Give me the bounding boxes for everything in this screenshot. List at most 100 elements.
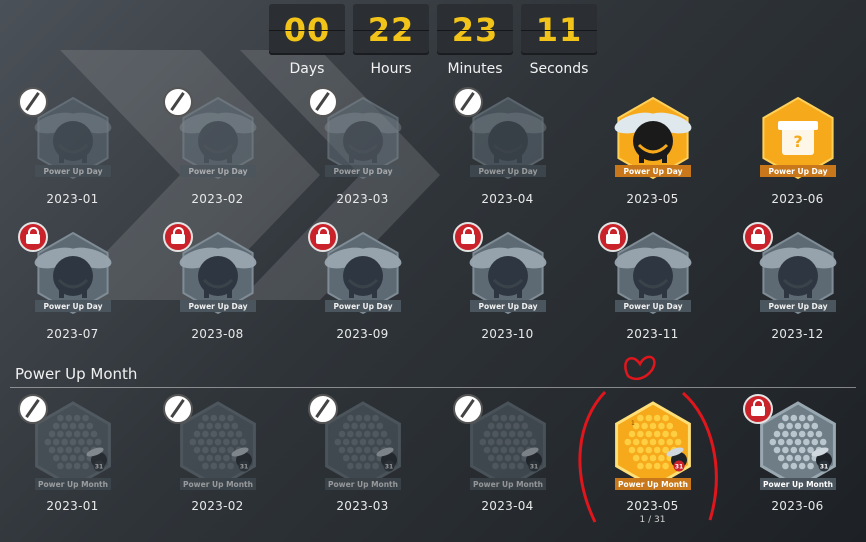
month-badge-2023-03[interactable]: 31 Power Up Month 2023-03 xyxy=(290,394,435,525)
svg-text:Power Up Month: Power Up Month xyxy=(618,480,688,489)
month-badge-2023-01[interactable]: 31 Power Up Month 2023-01 xyxy=(0,394,145,525)
countdown-days-label: Days xyxy=(289,61,325,77)
badge-date-label: 2023-04 xyxy=(481,499,534,513)
svg-text:Power Up Day: Power Up Day xyxy=(43,302,102,311)
countdown-hours-value: 22 xyxy=(367,10,415,49)
badge-date-label: 2023-05 xyxy=(626,192,679,206)
countdown-seconds-label: Seconds xyxy=(529,61,589,77)
not-earned-icon xyxy=(18,394,48,424)
badge-date-label: 2023-03 xyxy=(336,192,389,206)
countdown-timer: 00 Days 22 Hours 23 Minutes 11 Seconds xyxy=(268,4,598,77)
heart-doodle-icon xyxy=(624,355,656,381)
month-badge-2023-02[interactable]: 31 Power Up Month 2023-02 xyxy=(145,394,290,525)
svg-text:Power Up Day: Power Up Day xyxy=(768,302,827,311)
not-earned-icon xyxy=(308,394,338,424)
badge-date-label: 2023-12 xyxy=(771,327,824,341)
day-badge-2023-08[interactable]: Power Up Day 2023-08 xyxy=(145,222,290,353)
svg-text:31: 31 xyxy=(94,464,102,471)
day-badge-2023-03[interactable]: Power Up Day 2023-03 xyxy=(290,87,435,218)
countdown-seconds-value: 11 xyxy=(535,10,583,49)
day-badge-2023-11[interactable]: Power Up Day 2023-11 xyxy=(580,222,725,353)
svg-text:Power Up Day: Power Up Day xyxy=(333,167,392,176)
badge-hexagon-art: Power Up Day xyxy=(614,96,691,180)
section-title-power-up-month: Power Up Month xyxy=(15,365,138,383)
badge-date-label: 2023-06 xyxy=(771,499,824,513)
month-badge-2023-05[interactable]: 1 31 Power Up Month 2023-05 1 / 31 xyxy=(580,400,725,525)
lock-icon xyxy=(163,222,193,252)
day-badge-2023-06[interactable]: ? Power Up Day 2023-06 xyxy=(725,93,866,218)
svg-text:Power Up Month: Power Up Month xyxy=(328,480,398,489)
day-badge-2023-12[interactable]: Power Up Day 2023-12 xyxy=(725,222,866,353)
countdown-days: 00 Days xyxy=(268,4,346,77)
badge-honeycomb-art: 1 31 Power Up Month xyxy=(614,401,691,490)
badge-date-label: 2023-01 xyxy=(46,192,99,206)
not-earned-icon xyxy=(308,87,338,117)
svg-text:31: 31 xyxy=(384,464,392,471)
lock-icon xyxy=(308,222,338,252)
badge-date-label: 2023-02 xyxy=(191,192,244,206)
lock-icon xyxy=(453,222,483,252)
day-badge-2023-04[interactable]: Power Up Day 2023-04 xyxy=(435,87,580,218)
svg-text:1: 1 xyxy=(631,420,635,427)
badge-date-label: 2023-10 xyxy=(481,327,534,341)
month-badge-2023-06[interactable]: 31 Power Up Month 2023-06 xyxy=(725,394,866,525)
svg-text:Power Up Day: Power Up Day xyxy=(188,302,247,311)
not-earned-icon xyxy=(453,87,483,117)
day-badge-2023-05[interactable]: Power Up Day 2023-05 xyxy=(580,93,725,218)
svg-text:Power Up Day: Power Up Day xyxy=(623,167,682,176)
badge-date-label: 2023-02 xyxy=(191,499,244,513)
svg-text:31: 31 xyxy=(674,464,682,471)
not-earned-icon xyxy=(163,394,193,424)
badge-date-label: 2023-09 xyxy=(336,327,389,341)
badge-date-label: 2023-06 xyxy=(771,192,824,206)
day-badge-2023-07[interactable]: Power Up Day 2023-07 xyxy=(0,222,145,353)
lock-icon xyxy=(743,394,773,424)
badge-date-label: 2023-07 xyxy=(46,327,99,341)
countdown-seconds: 11 Seconds xyxy=(520,4,598,77)
svg-text:Power Up Day: Power Up Day xyxy=(768,167,827,176)
badge-date-label: 2023-11 xyxy=(626,327,679,341)
badge-date-label: 2023-01 xyxy=(46,499,99,513)
month-progress-text: 1 / 31 xyxy=(639,515,666,525)
lock-icon xyxy=(743,222,773,252)
svg-text:Power Up Day: Power Up Day xyxy=(623,302,682,311)
svg-text:31: 31 xyxy=(529,464,537,471)
not-earned-icon xyxy=(163,87,193,117)
svg-text:?: ? xyxy=(793,132,802,151)
badge-date-label: 2023-08 xyxy=(191,327,244,341)
not-earned-icon xyxy=(453,394,483,424)
section-divider xyxy=(10,387,856,388)
day-badge-2023-02[interactable]: Power Up Day 2023-02 xyxy=(145,87,290,218)
day-badge-2023-09[interactable]: Power Up Day 2023-09 xyxy=(290,222,435,353)
lock-icon xyxy=(18,222,48,252)
countdown-days-value: 00 xyxy=(283,10,331,49)
countdown-minutes: 23 Minutes xyxy=(436,4,514,77)
svg-text:Power Up Month: Power Up Month xyxy=(183,480,253,489)
month-badge-2023-04[interactable]: 31 Power Up Month 2023-04 xyxy=(435,394,580,525)
badge-date-label: 2023-04 xyxy=(481,192,534,206)
badge-date-label: 2023-05 xyxy=(626,499,679,513)
not-earned-icon xyxy=(18,87,48,117)
day-badge-2023-10[interactable]: Power Up Day 2023-10 xyxy=(435,222,580,353)
lock-icon xyxy=(598,222,628,252)
svg-text:Power Up Day: Power Up Day xyxy=(333,302,392,311)
badge-date-label: 2023-03 xyxy=(336,499,389,513)
countdown-days-box: 00 xyxy=(269,4,345,55)
svg-text:Power Up Day: Power Up Day xyxy=(478,167,537,176)
countdown-seconds-box: 11 xyxy=(521,4,597,55)
svg-text:31: 31 xyxy=(819,464,827,471)
day-badge-2023-01[interactable]: Power Up Day 2023-01 xyxy=(0,87,145,218)
svg-text:Power Up Day: Power Up Day xyxy=(43,167,102,176)
countdown-hours-label: Hours xyxy=(370,61,412,77)
countdown-hours: 22 Hours xyxy=(352,4,430,77)
svg-text:Power Up Day: Power Up Day xyxy=(478,302,537,311)
svg-text:Power Up Month: Power Up Month xyxy=(38,480,108,489)
countdown-minutes-box: 23 xyxy=(437,4,513,55)
countdown-hours-box: 22 xyxy=(353,4,429,55)
svg-text:Power Up Day: Power Up Day xyxy=(188,167,247,176)
countdown-minutes-value: 23 xyxy=(451,10,499,49)
svg-text:31: 31 xyxy=(239,464,247,471)
countdown-minutes-label: Minutes xyxy=(447,61,503,77)
svg-text:Power Up Month: Power Up Month xyxy=(473,480,543,489)
badge-hexagon-art: ? Power Up Day xyxy=(759,96,836,180)
